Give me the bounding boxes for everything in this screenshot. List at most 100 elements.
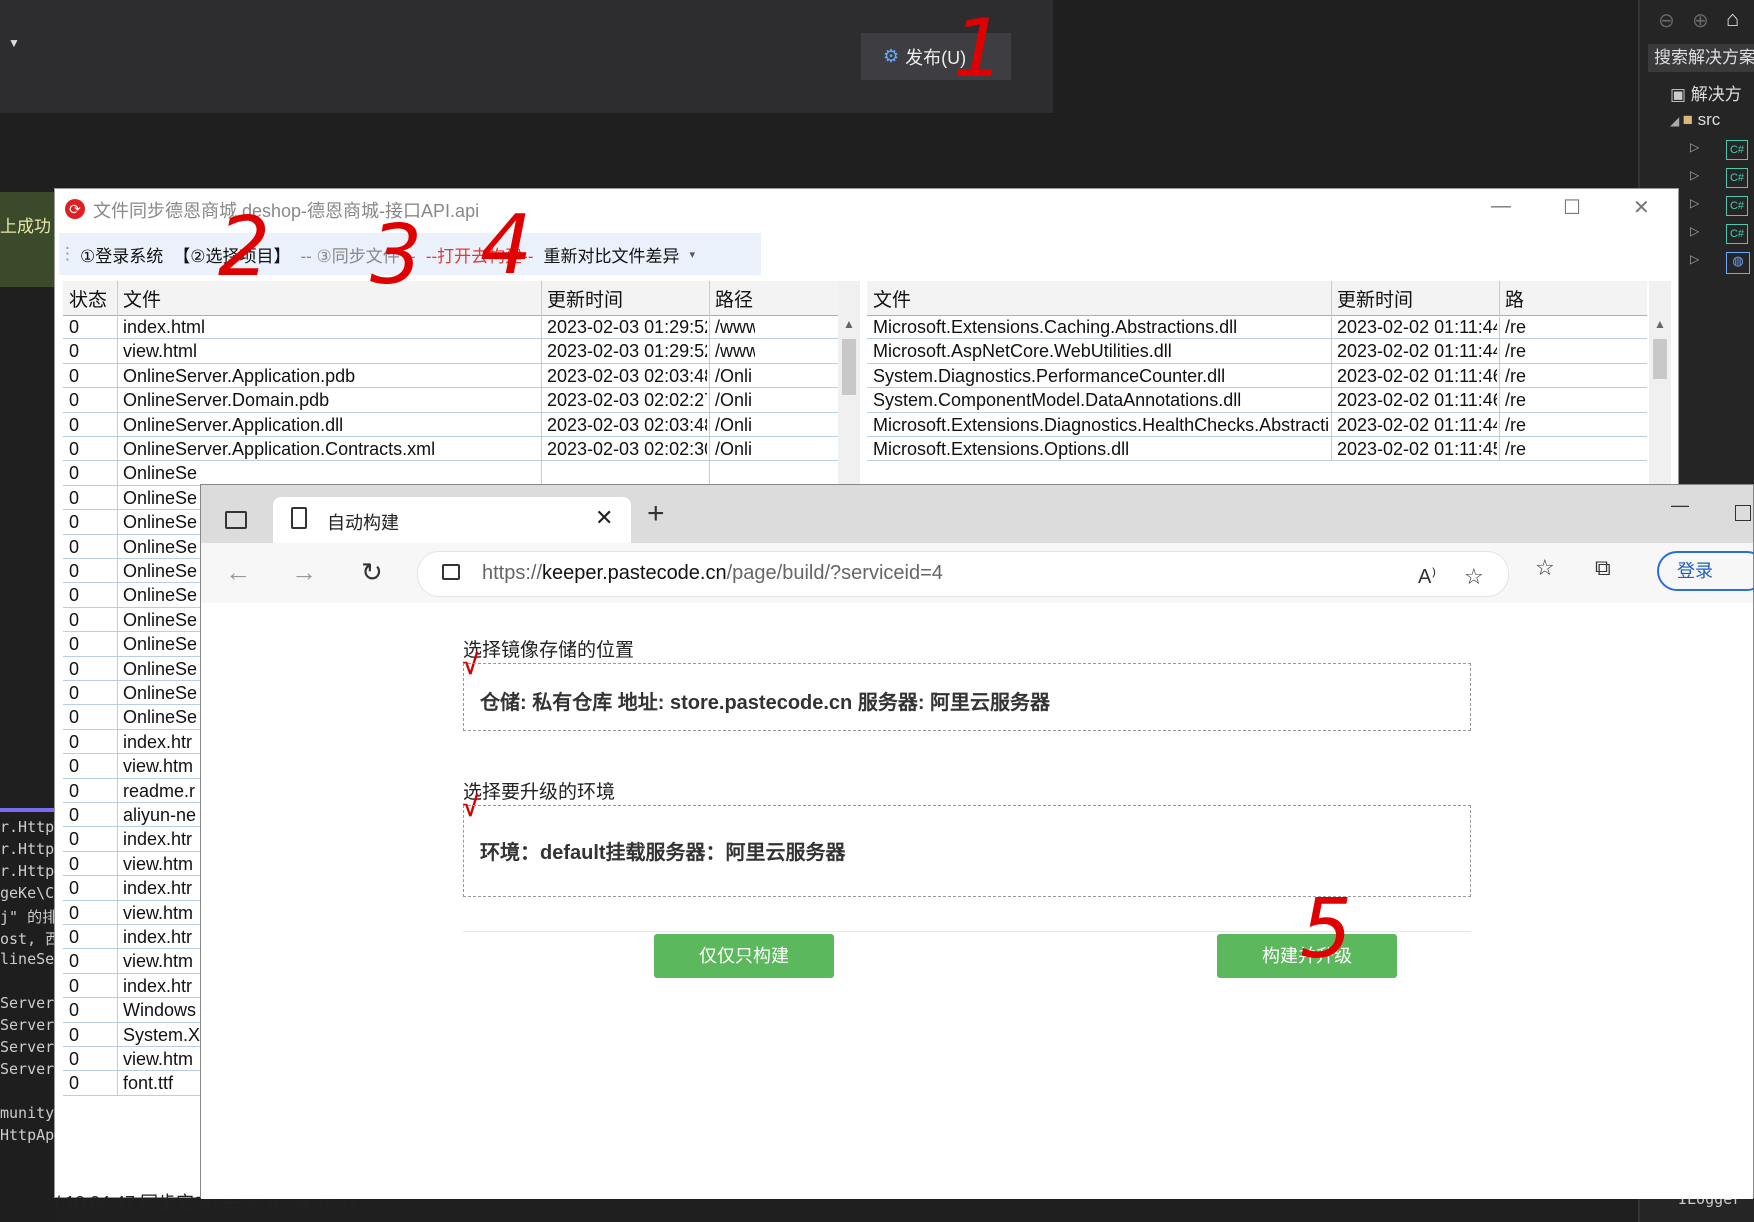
tab-actions-icon[interactable] — [225, 511, 247, 529]
table-cell: /Onli — [715, 365, 753, 386]
table-row[interactable]: Microsoft.Extensions.Options.dll 2023-02-… — [867, 437, 1647, 464]
table-row[interactable]: 0 OnlineServer.Domain.pdb 2023-02-03 02:02… — [63, 388, 848, 415]
table-cell: 2023-02-03 01:29:52 — [547, 317, 707, 337]
table-cell: 0 — [69, 1024, 80, 1045]
table-cell: 0 — [69, 878, 80, 899]
minimize-icon[interactable]: — — [1491, 195, 1511, 218]
forward-icon[interactable]: ⊕ — [1692, 8, 1709, 33]
close-icon[interactable]: ✕ — [1633, 195, 1650, 220]
refresh-icon[interactable]: ↻ — [361, 557, 383, 588]
table-cell: /re — [1505, 317, 1527, 337]
favorites-icon[interactable]: ☆ — [1535, 555, 1555, 581]
table-cell: index.html — [123, 317, 206, 337]
lock-icon[interactable] — [442, 564, 460, 580]
scroll-up-icon[interactable]: ▲ — [1654, 317, 1666, 331]
table-row[interactable]: 0 view.html 2023-02-03 01:29:52/www — [63, 339, 848, 366]
solution-node[interactable]: ▣ 解决方 — [1670, 80, 1742, 105]
table-cell: 2023-02-02 01:11:45 — [1337, 439, 1497, 459]
maximize-icon[interactable] — [1735, 505, 1751, 521]
expand-arrow-icon[interactable]: ▷ — [1690, 224, 1699, 238]
close-tab-icon[interactable]: ✕ — [595, 505, 613, 531]
table-row[interactable]: 0 OnlineServer.Application.Contracts.xml 2… — [63, 437, 848, 464]
login-button[interactable]: 登录 — [1657, 551, 1754, 591]
expand-arrow-icon[interactable]: ▷ — [1690, 140, 1699, 154]
table-cell: 0 — [69, 512, 80, 533]
table-header: 状态 文件 更新时间 路径 — [63, 281, 848, 316]
login-system-button[interactable]: ①登录系统 — [80, 242, 163, 267]
output-line: lineSe — [0, 950, 54, 968]
sync-logo-icon: ⟳ — [65, 199, 85, 219]
column-header[interactable]: 更新时间 — [1337, 285, 1413, 312]
table-cell: System.ComponentModel.DataAnnotations.dl… — [873, 390, 1242, 411]
scroll-thumb[interactable] — [842, 339, 856, 395]
solution-search-input[interactable]: 搜索解决方案 — [1648, 44, 1754, 72]
output-line: Server — [0, 1038, 54, 1056]
table-cell: 2023-02-02 01:11:44 — [1337, 414, 1497, 435]
table-row[interactable]: System.ComponentModel.DataAnnotations.dl… — [867, 388, 1647, 415]
table-row[interactable]: Microsoft.Extensions.Caching.Abstraction… — [867, 315, 1647, 342]
table-cell: 2023-02-02 01:11:44 — [1337, 317, 1497, 337]
table-cell: /re — [1505, 365, 1527, 386]
address-bar-row: ← → ↻ https://keeper.pastecode.cn/page/b… — [201, 543, 1754, 604]
table-cell: /www — [715, 317, 755, 337]
chevron-down-icon[interactable]: ▼ — [8, 36, 20, 50]
column-header[interactable]: 路径 — [715, 285, 753, 312]
table-cell: 0 — [69, 634, 80, 655]
column-header[interactable]: 文件 — [123, 285, 161, 312]
url-host: keeper.pastecode.cn — [542, 562, 727, 584]
table-row[interactable]: System.Diagnostics.PerformanceCounter.dl… — [867, 364, 1647, 391]
build-only-button[interactable]: 仅仅只构建 — [654, 934, 834, 978]
table-cell: /re — [1505, 341, 1527, 362]
expand-arrow-icon[interactable]: ▷ — [1690, 196, 1699, 210]
browser-tab-bar: 自动构建 ✕ + — — [201, 485, 1753, 543]
table-cell: 0 — [69, 365, 80, 386]
recompare-button[interactable]: 重新对比文件差异 — [544, 242, 680, 267]
annotation-number: 5 — [1300, 882, 1353, 977]
forward-arrow-icon[interactable]: → — [291, 557, 317, 588]
output-line: Server — [0, 1016, 54, 1034]
column-header[interactable]: 状态 — [69, 285, 107, 312]
annotation-number: 4 — [480, 198, 533, 293]
read-aloud-icon[interactable]: A⁾ — [1418, 564, 1436, 589]
new-tab-icon[interactable]: + — [647, 497, 665, 531]
expand-arrow-icon[interactable]: ▷ — [1690, 168, 1699, 182]
csharp-project-icon: C# — [1726, 140, 1748, 160]
maximize-icon[interactable]: ☐ — [1563, 195, 1581, 220]
column-header[interactable]: 更新时间 — [547, 285, 623, 312]
table-row[interactable]: 0 OnlineServer.Application.dll 2023-02-03 … — [63, 413, 848, 440]
env-option-text: 环境：default挂载服务器：阿里云服务器 — [480, 842, 846, 864]
env-section-label: 选择要升级的环境 — [463, 782, 616, 803]
output-line: r.Http — [0, 862, 54, 880]
scroll-thumb[interactable] — [1653, 339, 1667, 379]
table-row[interactable]: 0 OnlineServer.Application.pdb 2023-02-03 … — [63, 364, 848, 391]
table-cell: 0 — [69, 1000, 80, 1021]
storage-option[interactable]: 仓储: 私有仓库 地址: store.pastecode.cn 服务器: 阿里云… — [463, 663, 1471, 731]
home-icon[interactable]: ⌂ — [1726, 6, 1739, 32]
table-row[interactable]: Microsoft.AspNetCore.WebUtilities.dll 202… — [867, 339, 1647, 366]
table-row[interactable]: Microsoft.Extensions.Diagnostics.HealthC… — [867, 413, 1647, 440]
add-favorite-icon[interactable]: ☆ — [1464, 564, 1484, 590]
url-input[interactable]: https://keeper.pastecode.cn/page/build/?… — [417, 551, 1509, 597]
column-header[interactable]: 文件 — [873, 285, 911, 312]
output-line: r.Http — [0, 840, 54, 858]
table-cell: 0 — [69, 658, 80, 679]
src-folder-node[interactable]: ◢ ■ src — [1670, 110, 1720, 130]
table-cell: 0 — [69, 853, 80, 874]
back-arrow-icon[interactable]: ← — [225, 557, 251, 588]
output-line: ost, 西 — [0, 930, 54, 948]
table-row[interactable]: 0 index.html 2023-02-03 01:29:52/www — [63, 315, 848, 342]
toolbar-overflow-icon[interactable]: ▾ — [690, 248, 696, 261]
collections-icon[interactable]: ⧉ — [1595, 555, 1611, 581]
table-cell: 0 — [69, 975, 80, 996]
table-cell: OnlineServer.Application.pdb — [123, 365, 356, 386]
back-icon[interactable]: ⊖ — [1658, 8, 1675, 33]
table-cell: 0 — [69, 951, 80, 972]
scroll-up-icon[interactable]: ▲ — [843, 317, 855, 331]
expand-arrow-icon[interactable]: ▷ — [1690, 252, 1699, 266]
tab-auto-build[interactable]: 自动构建 ✕ — [273, 497, 631, 543]
minimize-icon[interactable]: — — [1671, 495, 1689, 516]
column-header[interactable]: 路 — [1505, 285, 1524, 312]
sync-title-bar: ⟳ 文件同步德恩商城.deshop-德恩商城-接口API.api — ☐ ✕ — [55, 189, 1678, 227]
table-cell: 2023-02-02 01:11:44 — [1337, 341, 1497, 362]
